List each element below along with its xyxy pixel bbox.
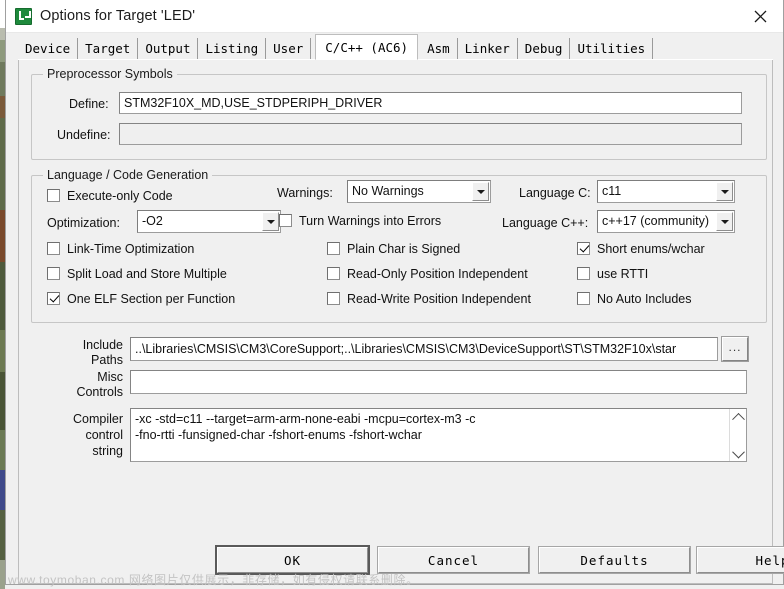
undefine-input[interactable] [119, 123, 742, 145]
window-title: Options for Target 'LED' [40, 8, 195, 24]
checkbox-label: Short enums/wchar [597, 242, 705, 256]
checkbox-read-write-position-independent[interactable]: Read-Write Position Independent [327, 290, 531, 307]
checkbox-box [577, 292, 590, 305]
chevron-down-icon [472, 182, 489, 201]
scroll-up-icon[interactable] [732, 413, 745, 426]
checkbox-execute-only-code[interactable]: Execute-only Code [47, 187, 173, 204]
language-c-value: c11 [598, 185, 716, 199]
cancel-button[interactable]: Cancel [378, 547, 529, 573]
tab-linker[interactable]: Linker [458, 38, 518, 60]
checkbox-no-auto-includes[interactable]: No Auto Includes [577, 290, 692, 307]
language-cpp-label: Language C++: [502, 216, 588, 230]
options-dialog: Options for Target 'LED' Device Target O… [5, 0, 784, 585]
chevron-down-icon [262, 212, 279, 231]
include-paths-input[interactable]: ..\Libraries\CMSIS\CM3\CoreSupport;..\Li… [130, 337, 718, 361]
include-paths-label-line1: Include [67, 338, 123, 352]
defaults-button[interactable]: Defaults [539, 547, 690, 573]
tab-target[interactable]: Target [78, 38, 138, 60]
checkbox-plain-char-is-signed[interactable]: Plain Char is Signed [327, 240, 460, 257]
ok-button[interactable]: OK [217, 547, 368, 573]
help-button[interactable]: Help [697, 547, 784, 573]
checkbox-box [577, 242, 590, 255]
checkbox-box [47, 292, 60, 305]
language-cpp-value: c++17 (community) [598, 215, 716, 229]
close-icon [754, 10, 767, 23]
checkbox-label: Plain Char is Signed [347, 242, 460, 256]
checkbox-label: Read-Only Position Independent [347, 267, 528, 281]
chevron-down-icon [716, 212, 733, 231]
include-paths-label-line2: Paths [67, 353, 123, 367]
checkbox-box [47, 189, 60, 202]
checkbox-box [327, 242, 340, 255]
scroll-down-icon[interactable] [732, 446, 745, 459]
checkbox-box [279, 214, 292, 227]
checkbox-label: Execute-only Code [67, 189, 173, 203]
checkbox-label: One ELF Section per Function [67, 292, 235, 306]
tab-user[interactable]: User [266, 38, 311, 60]
tab-listing[interactable]: Listing [198, 38, 266, 60]
compiler-control-string-value: -xc -std=c11 --target=arm-arm-none-eabi … [131, 409, 729, 461]
close-button[interactable] [737, 0, 783, 32]
chevron-down-icon [716, 182, 733, 201]
optimization-value: -O2 [138, 215, 262, 229]
checkbox-short-enums-wchar[interactable]: Short enums/wchar [577, 240, 705, 257]
language-code-generation-legend: Language / Code Generation [43, 168, 212, 182]
tab-output[interactable]: Output [138, 38, 198, 60]
checkbox-split-load-and-store-multiple[interactable]: Split Load and Store Multiple [47, 265, 227, 282]
compiler-control-string-label-line3: string [57, 444, 123, 458]
checkbox-label: Link-Time Optimization [67, 242, 194, 256]
title-bar: Options for Target 'LED' [6, 0, 783, 33]
checkbox-link-time-optimization[interactable]: Link-Time Optimization [47, 240, 194, 257]
compiler-control-string-label-line2: control [57, 428, 123, 442]
preprocessor-symbols-group: Preprocessor Symbols [31, 74, 767, 160]
preprocessor-symbols-legend: Preprocessor Symbols [43, 67, 177, 81]
checkbox-label: Split Load and Store Multiple [67, 267, 227, 281]
language-c-select[interactable]: c11 [597, 180, 735, 203]
include-paths-browse-button[interactable]: ... [722, 337, 748, 361]
checkbox-read-only-position-independent[interactable]: Read-Only Position Independent [327, 265, 528, 282]
checkbox-label: Read-Write Position Independent [347, 292, 531, 306]
tab-asm[interactable]: Asm [420, 38, 458, 60]
warnings-label: Warnings: [277, 186, 333, 200]
tab-utilities[interactable]: Utilities [570, 38, 653, 60]
keil-uvision-icon [15, 8, 32, 25]
checkbox-turn-warnings-into-errors[interactable]: Turn Warnings into Errors [279, 212, 441, 229]
compiler-control-string-scrollbar[interactable] [729, 409, 746, 461]
checkbox-label: Turn Warnings into Errors [299, 214, 441, 228]
tab-bar: Device Target Output Listing User C/C++ … [6, 33, 783, 60]
checkbox-box [577, 267, 590, 280]
warnings-select[interactable]: No Warnings [347, 180, 491, 203]
tab-panel-c-cpp: Preprocessor Symbols Define: STM32F10X_M… [18, 60, 773, 584]
dialog-button-row: OK Cancel Defaults Help [19, 547, 772, 575]
tab-c-cpp-ac6[interactable]: C/C++ (AC6) [315, 34, 418, 60]
undefine-label: Undefine: [57, 128, 111, 142]
checkbox-box [327, 292, 340, 305]
checkbox-label: No Auto Includes [597, 292, 692, 306]
checkbox-use-rtti[interactable]: use RTTI [577, 265, 648, 282]
misc-controls-label-line1: Misc [67, 370, 123, 384]
checkbox-box [47, 267, 60, 280]
optimization-label: Optimization: [47, 216, 120, 230]
misc-controls-input[interactable] [130, 370, 747, 394]
optimization-select[interactable]: -O2 [137, 210, 281, 233]
checkbox-one-elf-section-per-function[interactable]: One ELF Section per Function [47, 290, 235, 307]
tab-debug[interactable]: Debug [518, 38, 571, 60]
misc-controls-label-line2: Controls [57, 385, 123, 399]
compiler-control-string-label-line1: Compiler [57, 412, 123, 426]
checkbox-box [327, 267, 340, 280]
screen: Options for Target 'LED' Device Target O… [0, 0, 784, 589]
checkbox-box [47, 242, 60, 255]
define-input[interactable]: STM32F10X_MD,USE_STDPERIPH_DRIVER [119, 92, 742, 114]
language-cpp-select[interactable]: c++17 (community) [597, 210, 735, 233]
language-c-label: Language C: [519, 186, 591, 200]
define-label: Define: [69, 97, 109, 111]
warnings-value: No Warnings [348, 185, 472, 199]
compiler-control-string-area[interactable]: -xc -std=c11 --target=arm-arm-none-eabi … [130, 408, 747, 462]
tab-device[interactable]: Device [18, 38, 78, 60]
checkbox-label: use RTTI [597, 267, 648, 281]
